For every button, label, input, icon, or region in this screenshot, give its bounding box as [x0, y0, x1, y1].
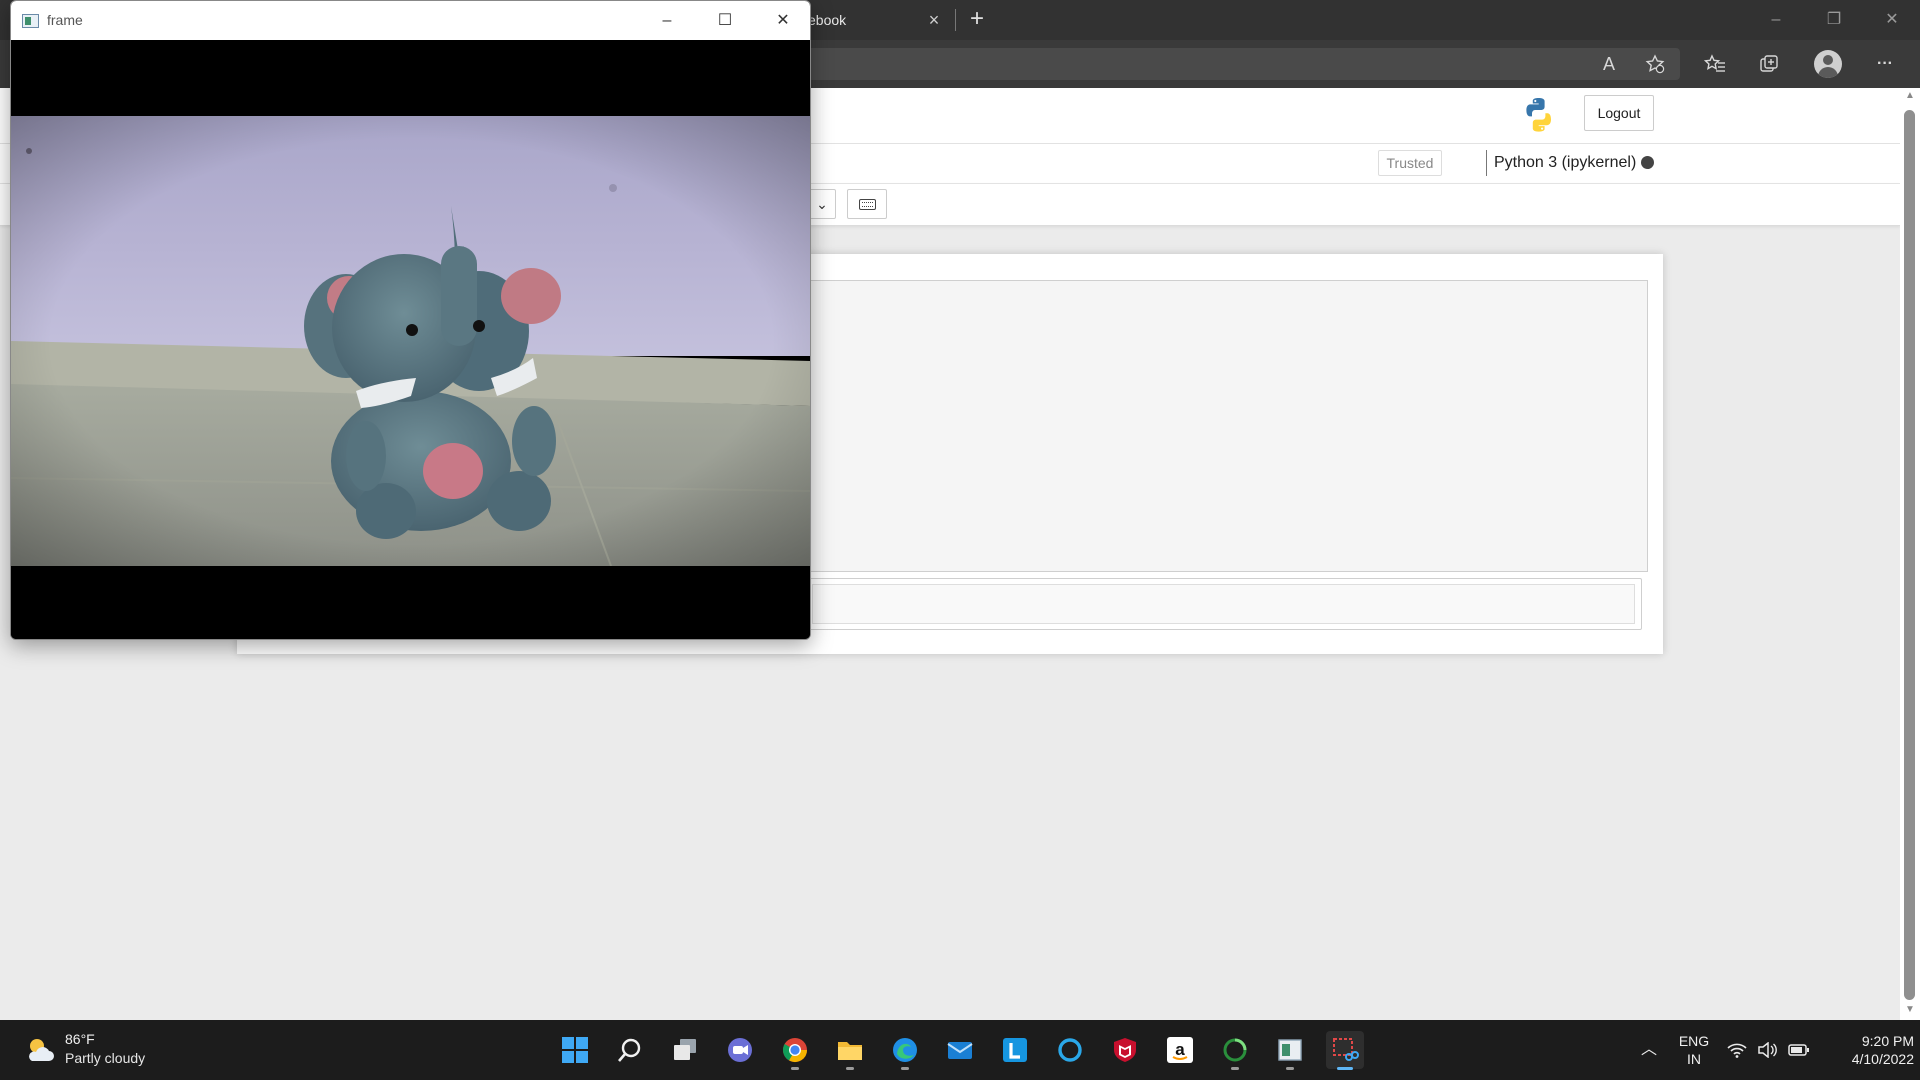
partly-cloudy-icon — [29, 1039, 54, 1061]
amazon-button[interactable]: a — [1161, 1031, 1199, 1069]
mcafee-shield-icon — [1114, 1038, 1136, 1062]
svg-text:a: a — [1175, 1040, 1185, 1059]
favorites-icon[interactable] — [1698, 48, 1732, 80]
running-indicator — [1286, 1067, 1294, 1070]
snipping-tool-icon — [1333, 1038, 1359, 1061]
frame-close-button[interactable]: ✕ — [754, 1, 810, 40]
tab-close-icon[interactable]: × — [926, 0, 942, 40]
taskbar: 86°F Partly cloudy a ︿ ENG IN 9:20 PM 4/… — [0, 1020, 1920, 1080]
cell-type-dropdown[interactable]: ⌄ — [808, 189, 836, 219]
file-explorer-button[interactable] — [831, 1031, 869, 1070]
edge-button[interactable] — [886, 1031, 924, 1070]
clock-date: 4/10/2022 — [1851, 1051, 1914, 1067]
language-code: ENG — [1678, 1033, 1710, 1049]
weather-description: Partly cloudy — [65, 1050, 146, 1066]
address-field[interactable] — [800, 48, 1680, 80]
mail-icon — [947, 1042, 973, 1059]
mcafee-button[interactable] — [1106, 1031, 1144, 1069]
frame-titlebar[interactable]: frame – ☐ ✕ — [11, 1, 810, 40]
progress-ring-icon — [1223, 1038, 1247, 1062]
scroll-up-icon[interactable]: ▲ — [1904, 90, 1916, 102]
show-hidden-icons-chevron-up-icon[interactable]: ︿ — [1636, 1020, 1662, 1080]
cell-output-area — [807, 280, 1648, 572]
weather-temperature: 86°F — [65, 1031, 95, 1047]
chevron-down-icon: ⌄ — [816, 196, 828, 212]
windows-start-icon — [562, 1037, 588, 1063]
favorite-add-icon[interactable] — [1638, 48, 1672, 80]
more-glyph: ··· — [1877, 55, 1893, 72]
collections-icon[interactable] — [1752, 48, 1786, 80]
mail-button[interactable] — [941, 1031, 979, 1069]
running-indicator — [846, 1067, 854, 1070]
folder-icon — [838, 1042, 862, 1060]
kernel-status-indicator — [1641, 156, 1654, 169]
frame-maximize-button[interactable]: ☐ — [696, 1, 754, 40]
clock-time: 9:20 PM — [1861, 1033, 1914, 1049]
browser-tab-notebook[interactable]: ebook × — [790, 0, 950, 40]
weather-widget[interactable]: 86°F Partly cloudy — [24, 1029, 184, 1071]
frame-app-icon — [22, 14, 39, 28]
page-scrollbar[interactable]: ▲ ▼ — [1900, 88, 1920, 1020]
read-aloud-glyph: A — [1602, 54, 1615, 74]
new-tab-button[interactable]: + — [962, 0, 992, 40]
logout-button[interactable]: Logout — [1584, 95, 1654, 131]
input-language-indicator[interactable]: ENG IN — [1676, 1032, 1712, 1068]
keyboard-icon — [859, 199, 876, 210]
python-logo-icon — [1526, 98, 1551, 132]
volume-icon[interactable] — [1754, 1020, 1780, 1080]
l-app-icon — [1003, 1038, 1027, 1062]
cortana-icon — [1058, 1038, 1082, 1062]
camera-frame-image — [11, 116, 810, 566]
edge-icon — [893, 1038, 917, 1062]
active-indicator — [1337, 1067, 1353, 1070]
profile-body — [1818, 67, 1838, 78]
search-icon — [618, 1038, 641, 1062]
frame-title: frame — [47, 12, 83, 28]
code-cell-editor[interactable] — [812, 584, 1635, 624]
cortana-button[interactable] — [1051, 1031, 1089, 1069]
task-view-button[interactable] — [666, 1031, 704, 1069]
scrollbar-thumb[interactable] — [1904, 110, 1915, 1000]
more-icon[interactable]: ··· — [1868, 48, 1902, 80]
running-indicator — [1231, 1067, 1239, 1070]
start-button[interactable] — [556, 1031, 594, 1069]
camera-view — [11, 40, 810, 639]
loading-app-button[interactable] — [1216, 1031, 1254, 1070]
teams-chat-button[interactable] — [721, 1031, 759, 1069]
browser-tab-title: ebook — [808, 12, 847, 28]
l-app-button[interactable] — [996, 1031, 1034, 1069]
snipping-tool-button[interactable] — [1326, 1031, 1364, 1070]
kernel-name[interactable]: Python 3 (ipykernel) — [1486, 150, 1636, 176]
tab-separator — [955, 9, 956, 31]
running-indicator — [791, 1067, 799, 1070]
frame-minimize-button[interactable]: – — [638, 1, 696, 40]
region-code: IN — [1687, 1051, 1701, 1067]
browser-close-button[interactable]: ✕ — [1864, 0, 1920, 40]
notebook-app-button[interactable] — [1271, 1031, 1309, 1070]
battery-icon[interactable] — [1784, 1020, 1814, 1080]
code-cell[interactable] — [807, 578, 1642, 630]
wifi-icon[interactable] — [1724, 1020, 1750, 1080]
chrome-icon — [782, 1038, 807, 1063]
task-view-icon — [674, 1039, 696, 1060]
system-clock[interactable]: 9:20 PM 4/10/2022 — [1820, 1032, 1914, 1068]
frame-window: frame – ☐ ✕ — [10, 0, 811, 640]
search-button[interactable] — [611, 1031, 649, 1069]
trusted-badge[interactable]: Trusted — [1378, 150, 1442, 176]
profile-icon[interactable] — [1814, 50, 1842, 78]
profile-head — [1823, 55, 1833, 65]
running-indicator — [901, 1067, 909, 1070]
scroll-down-icon[interactable]: ▼ — [1904, 1004, 1916, 1016]
chrome-button[interactable] — [776, 1031, 814, 1070]
teams-chat-icon — [728, 1038, 752, 1062]
amazon-icon: a — [1167, 1037, 1193, 1063]
notebook-app-icon — [1278, 1039, 1302, 1061]
command-palette-button[interactable] — [847, 189, 887, 219]
browser-minimize-button[interactable]: – — [1748, 0, 1804, 40]
browser-restore-button[interactable]: ❐ — [1806, 0, 1862, 40]
read-aloud-icon[interactable]: A — [1592, 48, 1626, 80]
